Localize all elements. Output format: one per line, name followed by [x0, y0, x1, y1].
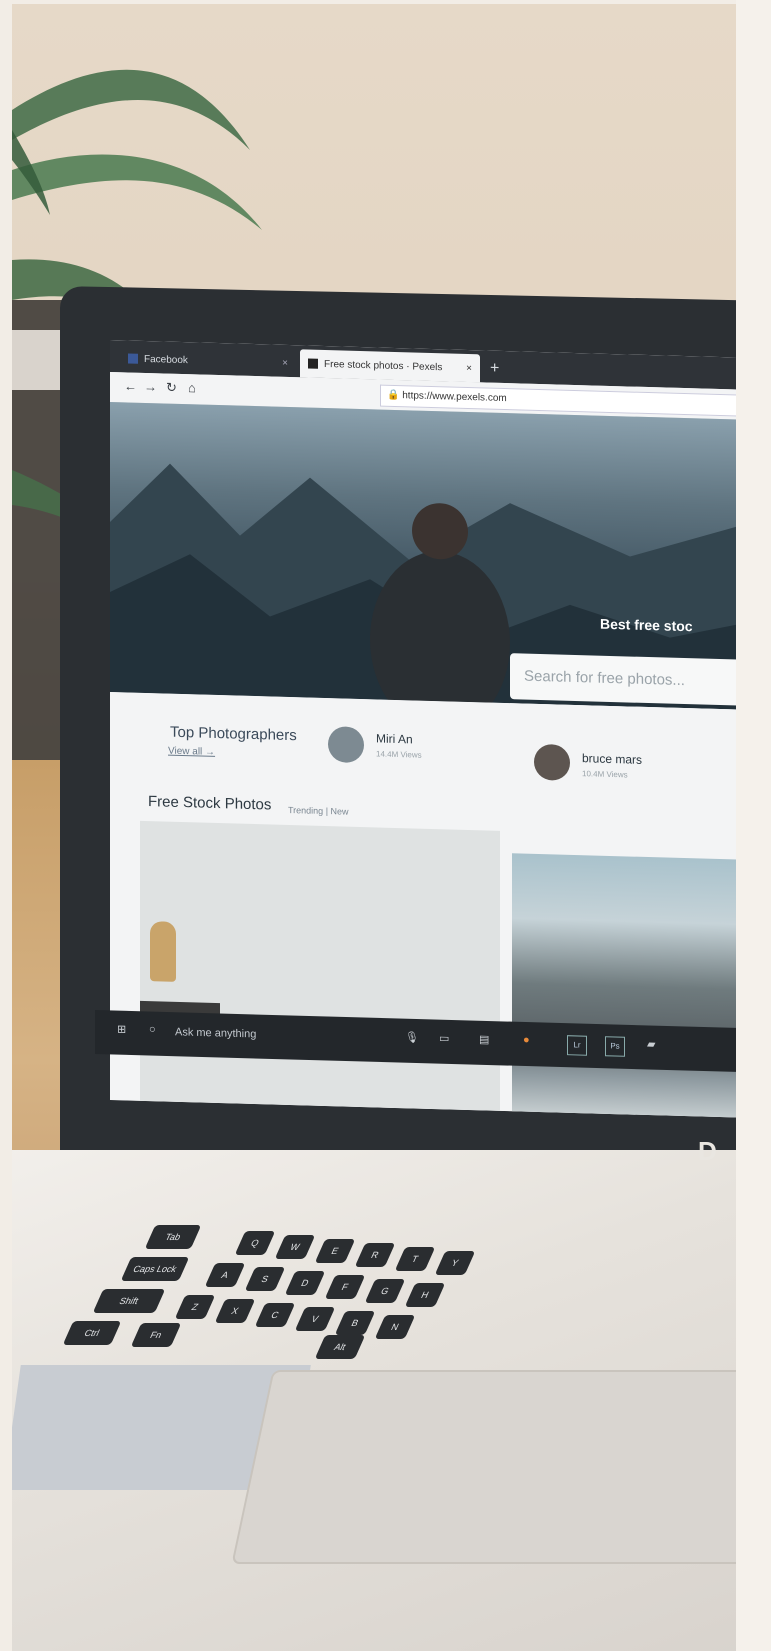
frame-left	[0, 0, 12, 1651]
flower-vase	[150, 921, 176, 982]
photographer-name[interactable]: bruce mars	[582, 751, 642, 767]
tab-label: Free stock photos · Pexels	[324, 358, 443, 373]
frame-right	[736, 0, 771, 1651]
firefox-icon[interactable]: ●	[523, 1034, 530, 1046]
photo-scene: Facebook × Free stock photos · Pexels × …	[0, 0, 771, 1651]
notes-icon[interactable]: ▰	[647, 1037, 655, 1050]
photo-thumbnail[interactable]	[512, 853, 760, 1119]
hero-tagline: Best free stoc	[600, 615, 693, 635]
key-shift[interactable]: Shift	[92, 1289, 166, 1313]
trackpad[interactable]	[231, 1370, 771, 1564]
lock-icon: 🔒	[387, 389, 403, 402]
forward-icon[interactable]: →	[144, 379, 157, 394]
top-photographers-title: Top Photographers	[170, 723, 297, 745]
close-icon[interactable]: ×	[466, 362, 472, 373]
pexels-icon	[308, 358, 318, 369]
key-caps-lock[interactable]: Caps Lock	[120, 1257, 190, 1281]
photoshop-icon[interactable]: Ps	[605, 1036, 625, 1057]
trending-new-filter[interactable]: Trending | New	[288, 805, 349, 817]
home-icon[interactable]: ⌂	[188, 380, 196, 395]
url-text: https://www.pexels.com	[402, 390, 507, 405]
photographer-views: 14.4M Views	[376, 749, 422, 760]
tab-label: Facebook	[144, 353, 188, 366]
task-view-icon[interactable]: ▭	[439, 1032, 449, 1045]
new-tab-icon[interactable]: +	[490, 355, 510, 384]
windows-start-icon[interactable]: ⊞	[117, 1023, 126, 1036]
view-all-link[interactable]: View all →	[168, 746, 215, 758]
free-stock-photos-title: Free Stock Photos	[148, 793, 272, 814]
lightroom-icon[interactable]: Lr	[567, 1035, 587, 1056]
avatar[interactable]	[534, 743, 570, 781]
search-input[interactable]: Search for free photos...	[510, 653, 760, 707]
cortana-icon[interactable]: ○	[149, 1024, 156, 1036]
cortana-search[interactable]: Ask me anything	[175, 1026, 256, 1040]
avatar[interactable]	[328, 726, 364, 764]
hero-banner: Best free stoc Search for free photos...…	[110, 402, 760, 729]
microphone-icon[interactable]: 🎙	[405, 1031, 419, 1044]
laptop-screen: Facebook × Free stock photos · Pexels × …	[110, 340, 760, 1119]
facebook-icon	[128, 353, 138, 364]
reload-icon[interactable]: ↻	[166, 380, 177, 396]
tab-facebook[interactable]: Facebook ×	[128, 345, 288, 377]
photographer-name[interactable]: Miri An	[376, 731, 413, 746]
file-explorer-icon[interactable]: ▤	[479, 1033, 489, 1046]
photographer-views: 10.4M Views	[582, 769, 628, 780]
laptop-logo: D	[698, 1136, 718, 1166]
photo-thumbnail[interactable]	[140, 820, 500, 1111]
close-icon[interactable]: ×	[282, 357, 288, 368]
back-icon[interactable]: ←	[124, 378, 137, 393]
